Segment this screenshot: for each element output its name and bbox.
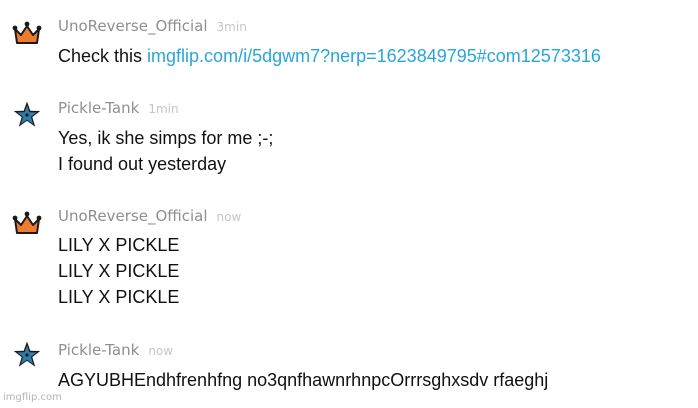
comment-body: LILY X PICKLE LILY X PICKLE LILY X PICKL… [58, 232, 179, 310]
comment-line: AGYUBHEndhfrenhfng no3qnfhawnrhnpcOrrrsg… [58, 370, 549, 390]
username[interactable]: Pickle-Tank [58, 341, 139, 359]
comment-meta: Pickle-Tank 1min [58, 99, 179, 118]
comment-line: LILY X PICKLE [58, 235, 180, 255]
comment-line: LILY X PICKLE [58, 261, 180, 281]
timestamp: now [148, 344, 174, 358]
comment-body: AGYUBHEndhfrenhfng no3qnfhawnrhnpcOrrrsg… [58, 367, 548, 393]
watermark: imgflip.com [3, 392, 62, 403]
username[interactable]: UnoReverse_Official [58, 17, 208, 35]
comment-meta: UnoReverse_Official 3min [58, 17, 247, 36]
star-icon[interactable] [12, 340, 42, 370]
comment-body: Check this imgflip.com/i/5dgwm7?nerp=162… [58, 43, 601, 69]
comment-text: Check this [58, 46, 148, 66]
comment-line: LILY X PICKLE [58, 287, 180, 307]
crown-icon[interactable] [12, 18, 42, 48]
comment-body: Yes, ik she simps for me ;-; I found out… [58, 125, 273, 177]
username[interactable]: Pickle-Tank [58, 99, 139, 117]
star-icon[interactable] [12, 100, 42, 130]
comment-meta: Pickle-Tank now [58, 341, 173, 360]
timestamp: now [216, 210, 242, 224]
comment-line: Yes, ik she simps for me ;-; [58, 128, 274, 148]
comment-meta: UnoReverse_Official now [58, 207, 241, 226]
comment-link[interactable]: imgflip.com/i/5dgwm7?nerp=1623849795#com… [147, 46, 601, 66]
username[interactable]: UnoReverse_Official [58, 207, 208, 225]
crown-icon[interactable] [12, 208, 42, 238]
timestamp: 1min [148, 102, 179, 116]
comment-line: I found out yesterday [58, 154, 227, 174]
timestamp: 3min [216, 20, 247, 34]
